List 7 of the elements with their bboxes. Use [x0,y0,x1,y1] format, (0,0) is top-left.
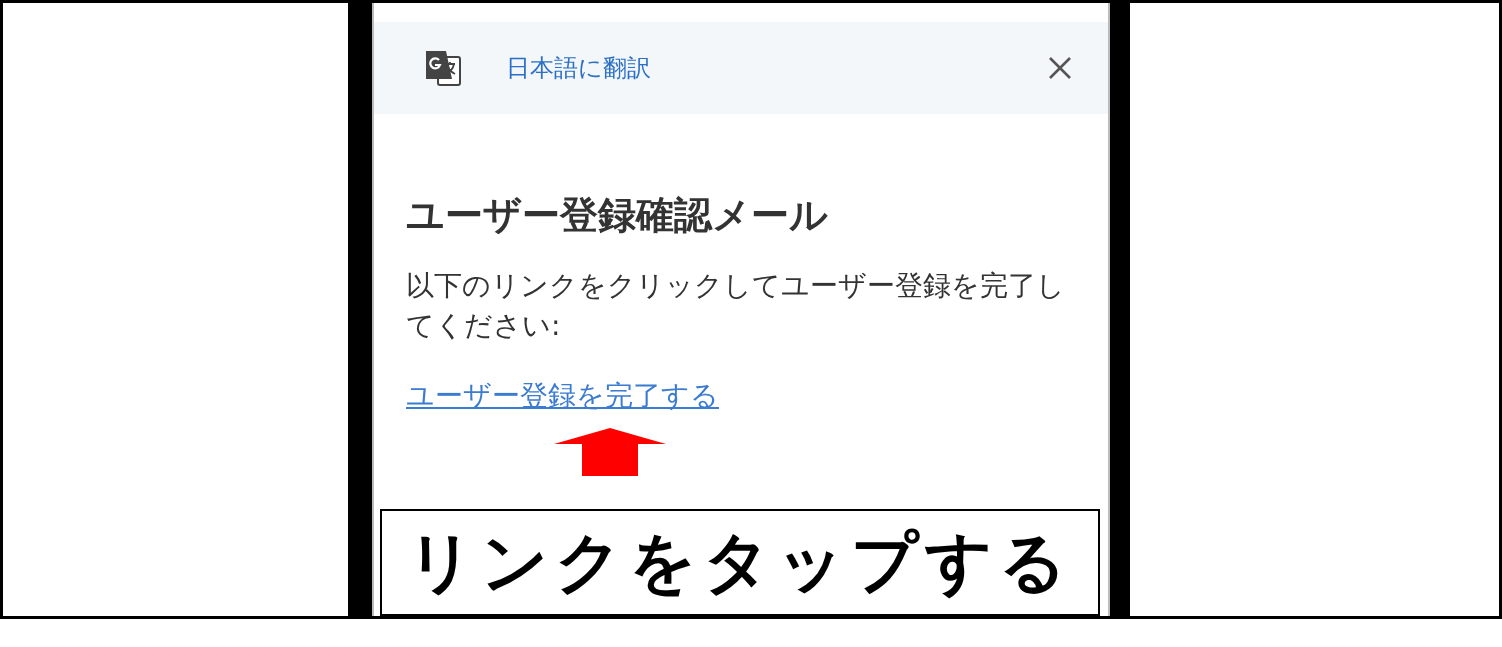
registration-link[interactable]: ユーザー登録を完了する [406,378,719,414]
caption-text: リンクをタップする [380,509,1100,616]
email-body: 以下のリンクをクリックしてユーザー登録を完了してください: [406,268,1066,344]
close-icon[interactable] [1048,56,1072,80]
arrow-icon [554,428,666,476]
translate-icon [424,49,462,87]
email-title: ユーザー登録確認メール [406,192,829,239]
